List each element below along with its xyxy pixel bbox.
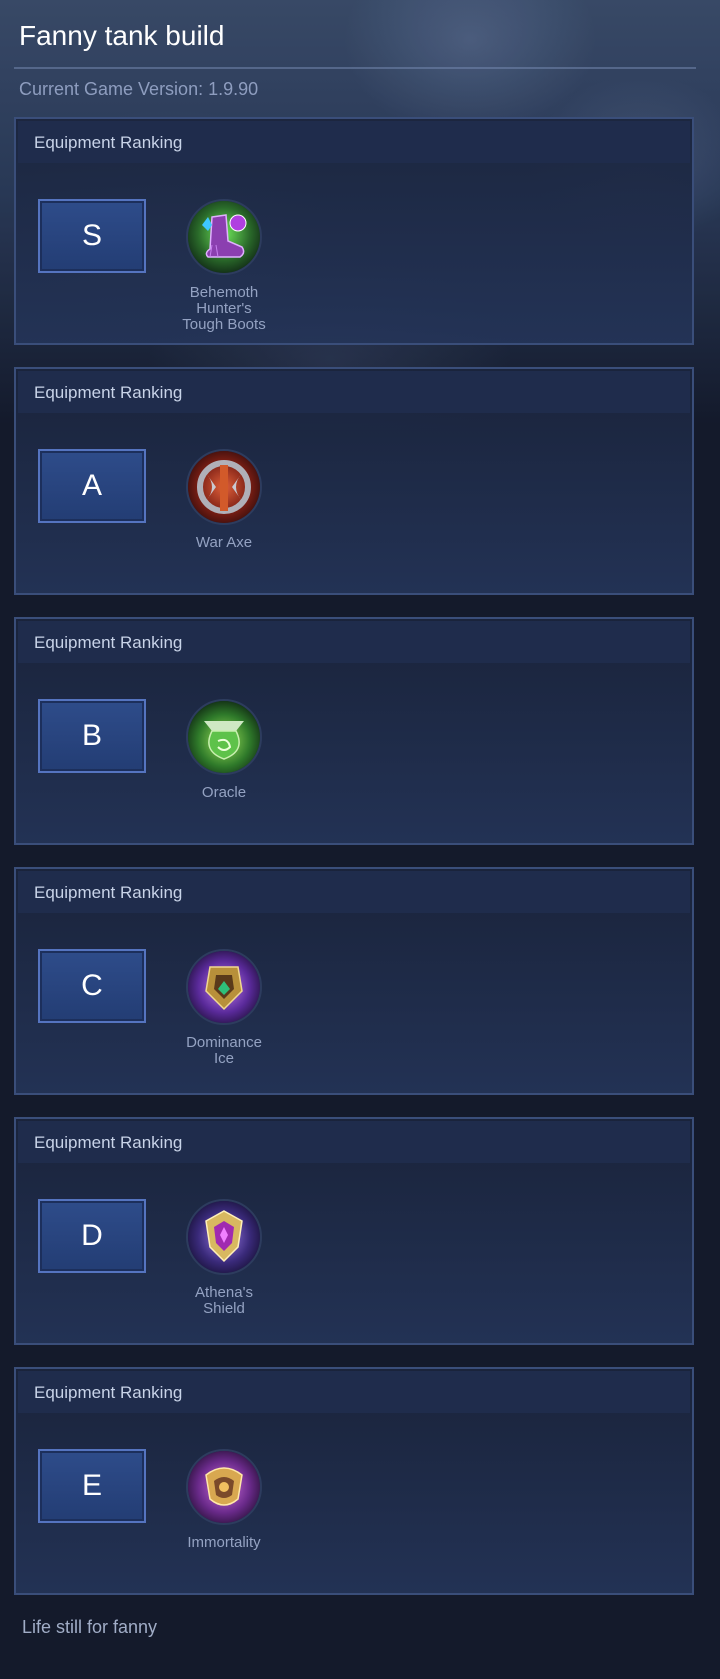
- build-note: Life still for fanny: [22, 1617, 158, 1637]
- card-header-label: Equipment Ranking: [34, 1383, 183, 1402]
- ranking-card-e: Equipment Ranking E Immortality: [14, 1367, 694, 1595]
- equipment-item-oracle[interactable]: Oracle: [176, 699, 272, 801]
- ranking-card-d: Equipment Ranking D Athena's Shield: [14, 1117, 694, 1345]
- purple-boots-icon[interactable]: [186, 199, 262, 275]
- equipment-item-war-axe[interactable]: War Axe: [176, 449, 272, 551]
- equipment-name: War Axe: [195, 534, 253, 551]
- equipment-name: Athena's Shield: [195, 1284, 253, 1317]
- ranking-card-b: Equipment Ranking B Oracle: [14, 617, 694, 845]
- card-header-label: Equipment Ranking: [34, 133, 183, 152]
- card-header: Equipment Ranking: [18, 371, 690, 413]
- card-header-label: Equipment Ranking: [34, 633, 183, 652]
- tier-label: C: [81, 969, 103, 1002]
- equipment-item-dominance-ice[interactable]: Dominance Ice: [176, 949, 272, 1067]
- tier-badge-a: A: [38, 449, 146, 523]
- equipment-name: Dominance Ice: [186, 1034, 262, 1067]
- dominance-ice-icon[interactable]: [186, 949, 262, 1025]
- tier-badge-b: B: [38, 699, 146, 773]
- equipment-item-athenas-shield[interactable]: Athena's Shield: [176, 1199, 272, 1317]
- page-content: Fanny tank build Current Game Version: 1…: [0, 0, 720, 1638]
- card-header-label: Equipment Ranking: [34, 383, 183, 402]
- athenas-shield-icon[interactable]: [186, 1199, 262, 1275]
- ranking-card-s: Equipment Ranking S Behemoth Hunter's To…: [14, 117, 694, 345]
- tier-badge-s: S: [38, 199, 146, 273]
- tier-label: S: [81, 219, 102, 252]
- tier-badge-d: D: [38, 1199, 146, 1273]
- war-axe-icon[interactable]: [186, 449, 262, 525]
- page-title: Fanny tank build: [14, 0, 696, 69]
- tier-label: E: [81, 1469, 102, 1502]
- card-header: Equipment Ranking: [18, 1371, 690, 1413]
- equipment-item-boots[interactable]: Behemoth Hunter's Tough Boots: [176, 199, 272, 333]
- card-header: Equipment Ranking: [18, 871, 690, 913]
- tier-badge-e: E: [38, 1449, 146, 1523]
- equipment-item-immortality[interactable]: Immortality: [176, 1449, 272, 1551]
- equipment-name: Immortality: [187, 1534, 261, 1551]
- card-header-label: Equipment Ranking: [34, 883, 183, 902]
- ranking-card-a: Equipment Ranking A War Axe: [14, 367, 694, 595]
- tier-label: A: [81, 469, 102, 502]
- ranking-card-c: Equipment Ranking C Dominance Ice: [14, 867, 694, 1095]
- game-version: Current Game Version: 1.9.90: [19, 79, 259, 99]
- card-header-label: Equipment Ranking: [34, 1133, 183, 1152]
- card-header: Equipment Ranking: [18, 621, 690, 663]
- tier-label: B: [81, 719, 102, 752]
- tier-label: D: [81, 1219, 103, 1252]
- oracle-icon[interactable]: [186, 699, 262, 775]
- immortality-icon[interactable]: [186, 1449, 262, 1525]
- card-header: Equipment Ranking: [18, 1121, 690, 1163]
- equipment-name: Behemoth Hunter's Tough Boots: [182, 284, 266, 333]
- card-header: Equipment Ranking: [18, 121, 690, 163]
- tier-badge-c: C: [38, 949, 146, 1023]
- equipment-name: Oracle: [201, 784, 247, 801]
